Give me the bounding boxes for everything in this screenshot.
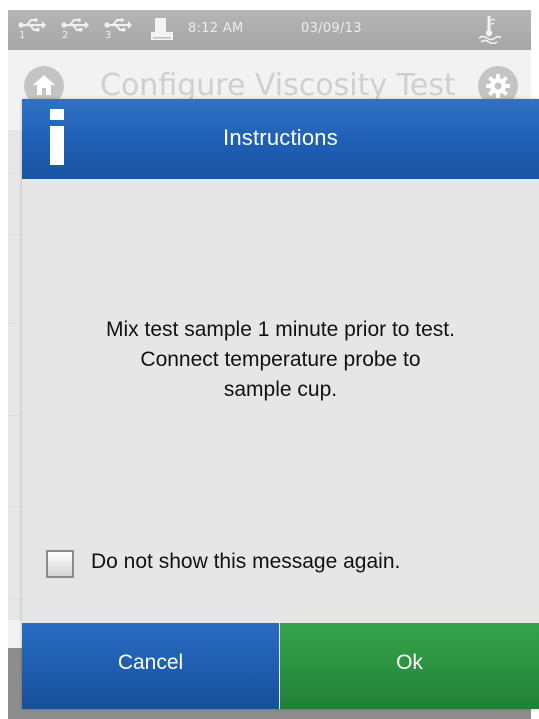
checkbox-label[interactable]: Do not show this message again. (91, 550, 400, 574)
dialog-title: Instructions (223, 125, 338, 150)
background-page-title: Configure Viscosity Test (100, 68, 456, 103)
cancel-button[interactable]: Cancel (22, 623, 279, 709)
dialog-message: Mix test sample 1 minute prior to test. … (22, 315, 539, 405)
usb-port-number: 1 (19, 30, 26, 41)
printer-icon (151, 18, 173, 42)
message-line: Mix test sample 1 minute prior to test. (106, 318, 455, 341)
status-time: 8:12 AM (188, 21, 244, 36)
instructions-dialog: Instructions Mix test sample 1 minute pr… (22, 99, 539, 709)
status-bar: 1 2 3 8:12 AM 03/09/13 (8, 10, 531, 50)
usb-port-number: 3 (105, 30, 112, 41)
dialog-header: Instructions (22, 99, 539, 179)
message-line: Connect temperature probe to (140, 348, 421, 371)
dialog-button-bar: Cancel Ok (22, 623, 539, 709)
usb-port-number: 2 (62, 30, 69, 41)
background-list-edge (8, 130, 22, 620)
message-line: sample cup. (223, 378, 338, 401)
ok-button[interactable]: Ok (280, 623, 539, 709)
do-not-show-again-checkbox[interactable] (46, 550, 74, 578)
usb-port-2: 2 (61, 18, 89, 41)
temperature-probe-icon (477, 16, 502, 45)
usb-port-1: 1 (18, 18, 46, 41)
status-date: 03/09/13 (301, 21, 362, 36)
usb-port-3: 3 (104, 18, 132, 41)
gear-icon (486, 74, 510, 98)
home-icon (33, 75, 55, 95)
